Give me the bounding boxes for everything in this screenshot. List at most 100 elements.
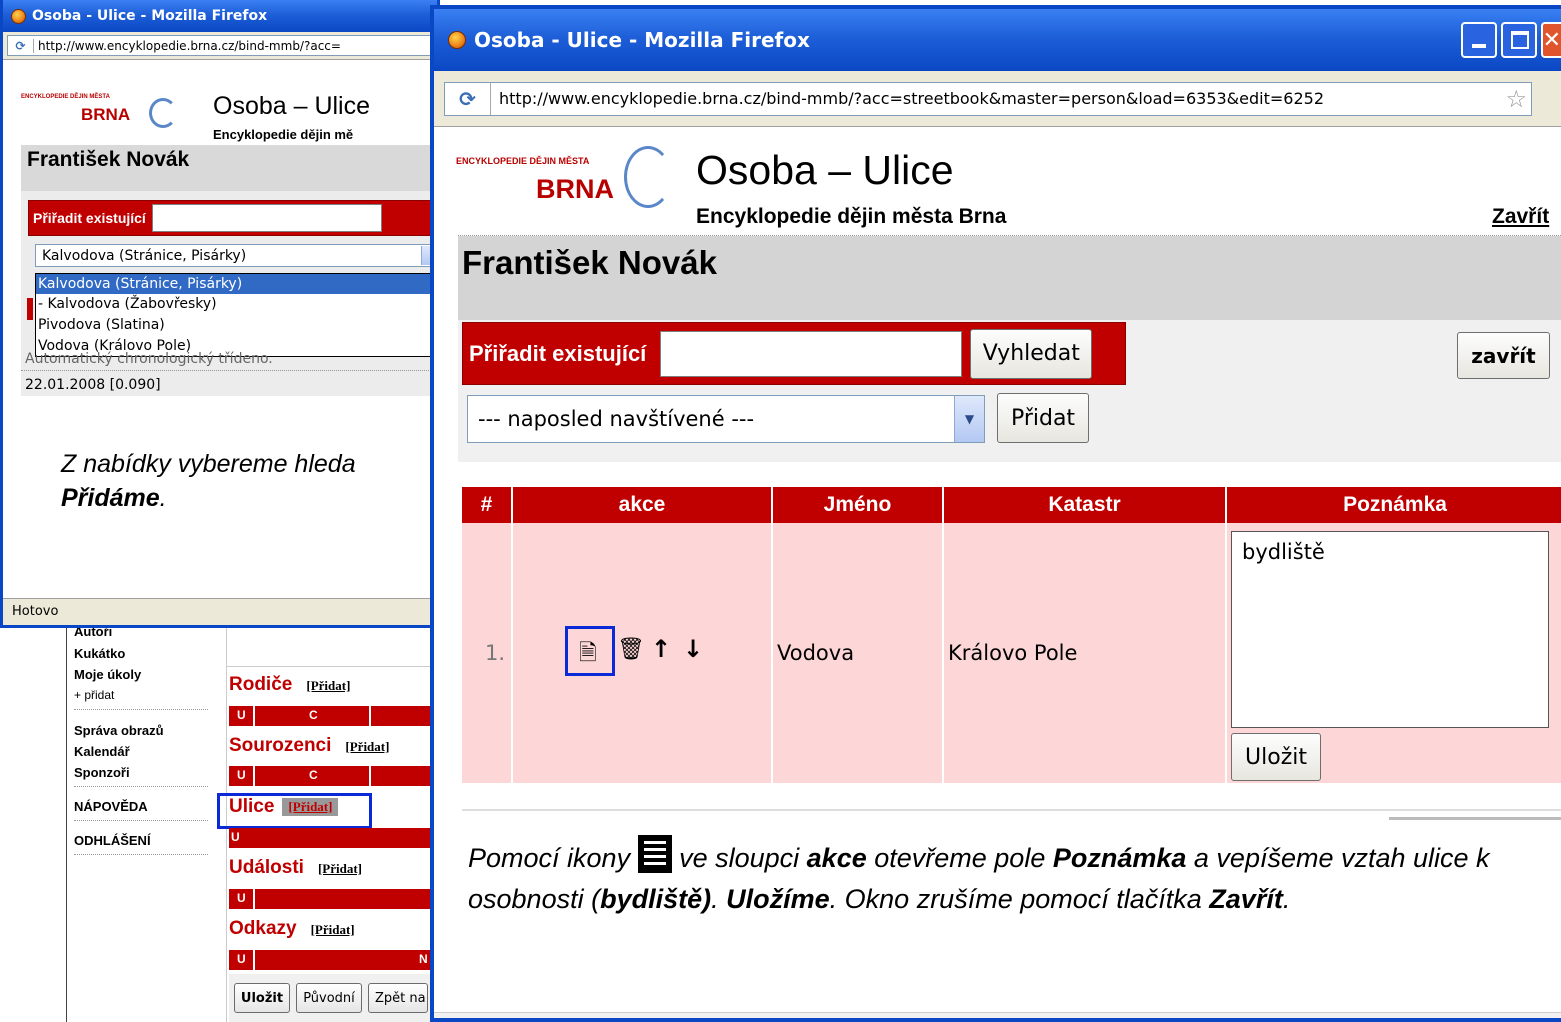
section-title: Sourozenci [229, 735, 332, 756]
close-window-button[interactable]: ✕ [1541, 22, 1561, 58]
col-poznamka: Poznámka [1226, 487, 1561, 523]
bar-cell: U [237, 952, 246, 966]
original-button[interactable]: Původní [296, 983, 362, 1013]
row-katastr: Královo Pole [943, 523, 1227, 783]
recent-select[interactable]: --- naposled navštívené --- ▼ [467, 395, 985, 443]
sidebar-item-sprava-obrazu[interactable]: Správa obrazů [74, 723, 164, 738]
section-bar: U C [229, 766, 440, 786]
add-link[interactable]: [Přidat] [345, 739, 389, 755]
url-field[interactable]: ⟳ http://www.encyklopedie.brna.cz/bind-m… [444, 81, 1532, 116]
url-field[interactable]: ⟳ http://www.encyklopedie.brna.cz/bind-m… [7, 35, 433, 56]
logo-swirl-icon [149, 98, 177, 128]
save-button[interactable]: Uložit [234, 983, 290, 1013]
bookmark-star-icon[interactable]: ☆ [1505, 85, 1527, 113]
back-button[interactable]: Zpět na [368, 983, 428, 1013]
section-odkazy: Odkazy [Přidat] [229, 918, 355, 940]
front-url-bar: ⟳ http://www.encyklopedie.brna.cz/bind-m… [434, 71, 1561, 127]
bold-add: Přidáme [61, 484, 160, 512]
sidebar-item-kalendar[interactable]: Kalendář [74, 744, 130, 759]
firefox-icon [11, 8, 26, 24]
section-rodice: Rodiče [Přidat] [229, 674, 350, 696]
dropdown-option[interactable]: Pivodova (Slatina) [36, 315, 437, 336]
add-button[interactable]: Přidat [997, 393, 1089, 443]
section-title: Události [229, 857, 304, 878]
section-ulice: Ulice [Přidat] [229, 796, 339, 818]
street-select[interactable]: Kalvodova (Stránice, Pisárky) [35, 244, 437, 267]
date-stamp: 22.01.2008 [0.090] [25, 377, 161, 393]
arrow-up-icon[interactable]: ↑ [651, 635, 671, 663]
bar-divider [369, 766, 371, 786]
close-link[interactable]: Zavřít [1492, 205, 1549, 229]
back-browser-window: Osoba - Ulice - Mozilla Firefox ⟳ http:/… [0, 0, 440, 628]
trash-icon[interactable]: 🗑 [617, 637, 645, 662]
sidebar-item-sponzori[interactable]: Sponzoři [74, 765, 130, 780]
bottom-button-bar: Uložit Původní Zpět na [229, 974, 440, 1022]
auto-sort-text: Automatický chronologický třídeno. [25, 351, 273, 367]
person-name-bar: František Novák [458, 236, 1561, 320]
add-link[interactable]: [Přidat] [318, 861, 362, 877]
minimize-button[interactable] [1461, 22, 1497, 58]
sidebar-item-napoveda[interactable]: NÁPOVĚDA [74, 799, 148, 814]
red-fragment [27, 298, 33, 320]
instruction-bold: akce [806, 843, 867, 873]
instruction-part: . [711, 884, 727, 914]
dropdown-option[interactable]: - Kalvodova (Žabovřesky) [36, 294, 437, 315]
select-value: --- naposled navštívené --- [478, 407, 755, 431]
logo-top-text: ENCYKLOPEDIE DĚJIN MĚSTA [21, 94, 110, 100]
back-instruction-line2: Přidáme. [61, 484, 167, 513]
sidebar-divider [66, 628, 67, 1022]
instruction-bold: Zavřít [1209, 884, 1283, 914]
note-text: bydliště [1242, 540, 1325, 564]
bar-cell: U [237, 708, 246, 722]
note-textarea[interactable]: bydliště [1231, 531, 1549, 728]
instruction-bold: Poznámka [1052, 843, 1187, 873]
reload-page-icon: ⟳ [8, 38, 34, 53]
bar-cell: N [419, 952, 428, 966]
back-url-bar: ⟳ http://www.encyklopedie.brna.cz/bind-m… [3, 32, 437, 60]
site-subtitle: Encyklopedie dějin města Brna [696, 205, 1007, 228]
firefox-icon [448, 31, 466, 49]
arrow-down-icon[interactable]: ↓ [683, 635, 703, 663]
maximize-button[interactable] [1501, 22, 1537, 58]
chevron-down-icon[interactable]: ▼ [954, 396, 984, 442]
table-row: 1. 🗎 🗑 ↑ ↓ Vodova Královo Pole bydliště [462, 523, 1561, 783]
bar-cell: C [309, 768, 318, 782]
assign-existing-input[interactable] [151, 204, 382, 232]
window-controls: ✕ [1461, 22, 1561, 58]
dropdown-option[interactable]: Kalvodova (Stránice, Pisárky) [36, 274, 437, 294]
note-period: . [159, 484, 167, 512]
close-button[interactable]: zavřít [1457, 332, 1550, 379]
add-link-ulice[interactable]: [Přidat] [282, 798, 339, 816]
search-button[interactable]: Vyhledat [970, 328, 1093, 379]
auto-separator [21, 370, 437, 371]
person-name: František Novák [462, 244, 717, 281]
sidebar-item-moje-ukoly[interactable]: Moje úkoly [74, 667, 141, 682]
sidebar-item-kukatko[interactable]: Kukátko [74, 646, 125, 661]
sidebar-item-odhlaseni[interactable]: ODHLÁŠENÍ [74, 833, 151, 848]
front-window-titlebar[interactable]: Osoba - Ulice - Mozilla Firefox ✕ [434, 9, 1561, 71]
table-header-row: # akce Jméno Katastr Poznámka [462, 487, 1561, 523]
section-bar: U N [229, 950, 440, 970]
assign-existing-input[interactable] [660, 330, 963, 377]
add-link[interactable]: [Přidat] [311, 922, 355, 938]
sidebar-item-pridat[interactable]: + přidat [74, 688, 114, 702]
assign-existing-label: Přiřadit existující [469, 340, 647, 366]
logo-brna-text: BRNA [81, 105, 131, 124]
save-note-button[interactable]: Uložit [1231, 733, 1321, 781]
street-dropdown-list: Kalvodova (Stránice, Pisárky) - Kalvodov… [35, 273, 437, 357]
logo-swirl-icon [624, 146, 672, 208]
edit-note-icon[interactable]: 🗎 [579, 636, 597, 674]
logo-brna-text: BRNA [536, 174, 614, 204]
col-katastr: Katastr [943, 487, 1227, 523]
col-number: # [462, 487, 513, 523]
section-sourozenci: Sourozenci [Přidat] [229, 735, 389, 757]
add-link[interactable]: [Přidat] [306, 678, 350, 694]
person-name-bar: František Novák [21, 145, 437, 191]
back-window-titlebar[interactable]: Osoba - Ulice - Mozilla Firefox [3, 0, 437, 32]
status-bar: Hotovo [3, 598, 437, 625]
instruction-part: Pomocí ikony [468, 843, 638, 873]
bar-cell: C [309, 708, 318, 722]
site-logo: ENCYKLOPEDIE DĚJIN MĚSTA BRNA [456, 134, 686, 224]
sidebar-separator [74, 709, 208, 710]
bar-cell: U [231, 830, 240, 844]
